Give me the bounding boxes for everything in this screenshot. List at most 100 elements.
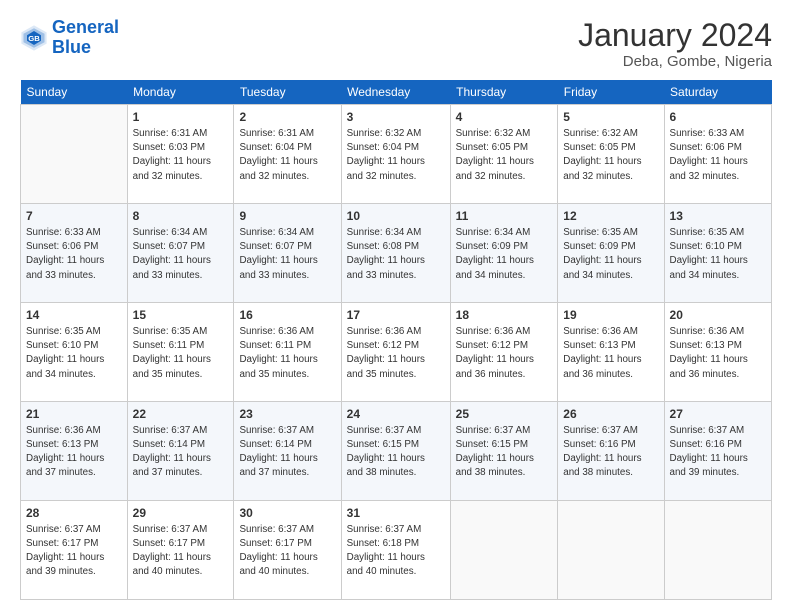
- day-number: 28: [26, 505, 122, 522]
- day-info: Sunrise: 6:36 AMSunset: 6:12 PMDaylight:…: [347, 325, 445, 382]
- day-info: Sunrise: 6:36 AMSunset: 6:12 PMDaylight:…: [456, 325, 553, 382]
- calendar-cell: 7Sunrise: 6:33 AMSunset: 6:06 PMDaylight…: [21, 204, 128, 303]
- calendar-cell: 15Sunrise: 6:35 AMSunset: 6:11 PMDayligh…: [127, 303, 234, 402]
- day-number: 11: [456, 208, 553, 225]
- day-number: 5: [563, 109, 658, 126]
- day-info: Sunrise: 6:35 AMSunset: 6:09 PMDaylight:…: [563, 226, 658, 283]
- calendar-cell: 6Sunrise: 6:33 AMSunset: 6:06 PMDaylight…: [664, 105, 771, 204]
- calendar-cell: 12Sunrise: 6:35 AMSunset: 6:09 PMDayligh…: [558, 204, 664, 303]
- day-number: 8: [133, 208, 229, 225]
- calendar-table: Sunday Monday Tuesday Wednesday Thursday…: [20, 80, 772, 600]
- header-monday: Monday: [127, 80, 234, 105]
- calendar-cell: 21Sunrise: 6:36 AMSunset: 6:13 PMDayligh…: [21, 402, 128, 501]
- day-number: 21: [26, 406, 122, 423]
- calendar-cell: [664, 501, 771, 600]
- day-info: Sunrise: 6:35 AMSunset: 6:11 PMDaylight:…: [133, 325, 229, 382]
- day-number: 31: [347, 505, 445, 522]
- day-info: Sunrise: 6:37 AMSunset: 6:16 PMDaylight:…: [563, 424, 658, 481]
- header-saturday: Saturday: [664, 80, 771, 105]
- day-info: Sunrise: 6:37 AMSunset: 6:15 PMDaylight:…: [456, 424, 553, 481]
- week-row-5: 28 Sunrise: 6:37 AMSunset: 6:17 PMDayligh…: [21, 501, 772, 600]
- week-row-4: 21Sunrise: 6:36 AMSunset: 6:13 PMDayligh…: [21, 402, 772, 501]
- day-info: Sunrise: 6:36 AMSunset: 6:13 PMDaylight:…: [670, 325, 766, 382]
- calendar-cell: 9Sunrise: 6:34 AMSunset: 6:07 PMDaylight…: [234, 204, 341, 303]
- day-number: 26: [563, 406, 658, 423]
- calendar-cell: 3Sunrise: 6:32 AMSunset: 6:04 PMDaylight…: [341, 105, 450, 204]
- page: GB General Blue January 2024 Deba, Gombe…: [0, 0, 792, 612]
- calendar-cell: 22Sunrise: 6:37 AMSunset: 6:14 PMDayligh…: [127, 402, 234, 501]
- calendar-cell: 30Sunrise: 6:37 AMSunset: 6:17 PMDayligh…: [234, 501, 341, 600]
- day-info: Sunrise: 6:35 AMSunset: 6:10 PMDaylight:…: [670, 226, 766, 283]
- svg-text:GB: GB: [28, 34, 40, 43]
- header-thursday: Thursday: [450, 80, 558, 105]
- subtitle: Deba, Gombe, Nigeria: [578, 53, 772, 70]
- main-title: January 2024: [578, 18, 772, 53]
- day-number: 29: [133, 505, 229, 522]
- header-tuesday: Tuesday: [234, 80, 341, 105]
- calendar-cell: 23Sunrise: 6:37 AMSunset: 6:14 PMDayligh…: [234, 402, 341, 501]
- calendar-cell: 11Sunrise: 6:34 AMSunset: 6:09 PMDayligh…: [450, 204, 558, 303]
- calendar-header-row: Sunday Monday Tuesday Wednesday Thursday…: [21, 80, 772, 105]
- day-info: Sunrise: 6:36 AMSunset: 6:11 PMDaylight:…: [239, 325, 335, 382]
- calendar-cell: 31Sunrise: 6:37 AMSunset: 6:18 PMDayligh…: [341, 501, 450, 600]
- calendar-cell: 16Sunrise: 6:36 AMSunset: 6:11 PMDayligh…: [234, 303, 341, 402]
- week-row-3: 14Sunrise: 6:35 AMSunset: 6:10 PMDayligh…: [21, 303, 772, 402]
- calendar-cell: 8Sunrise: 6:34 AMSunset: 6:07 PMDaylight…: [127, 204, 234, 303]
- day-number: 10: [347, 208, 445, 225]
- day-info: Sunrise: 6:36 AMSunset: 6:13 PMDaylight:…: [26, 424, 122, 481]
- calendar-cell: 25Sunrise: 6:37 AMSunset: 6:15 PMDayligh…: [450, 402, 558, 501]
- calendar-cell: 20Sunrise: 6:36 AMSunset: 6:13 PMDayligh…: [664, 303, 771, 402]
- calendar-cell: 14Sunrise: 6:35 AMSunset: 6:10 PMDayligh…: [21, 303, 128, 402]
- day-number: 7: [26, 208, 122, 225]
- calendar-cell: 18Sunrise: 6:36 AMSunset: 6:12 PMDayligh…: [450, 303, 558, 402]
- day-info: Sunrise: 6:34 AMSunset: 6:08 PMDaylight:…: [347, 226, 445, 283]
- day-number: 13: [670, 208, 766, 225]
- day-info: Sunrise: 6:34 AMSunset: 6:09 PMDaylight:…: [456, 226, 553, 283]
- calendar-cell: [21, 105, 128, 204]
- day-number: 4: [456, 109, 553, 126]
- day-number: 2: [239, 109, 335, 126]
- day-info: Sunrise: 6:34 AMSunset: 6:07 PMDaylight:…: [239, 226, 335, 283]
- day-number: 14: [26, 307, 122, 324]
- day-number: 25: [456, 406, 553, 423]
- calendar-cell: [450, 501, 558, 600]
- day-number: 9: [239, 208, 335, 225]
- calendar-cell: 13Sunrise: 6:35 AMSunset: 6:10 PMDayligh…: [664, 204, 771, 303]
- day-number: 1: [133, 109, 229, 126]
- calendar-cell: 5Sunrise: 6:32 AMSunset: 6:05 PMDaylight…: [558, 105, 664, 204]
- day-info: Sunrise: 6:32 AMSunset: 6:05 PMDaylight:…: [456, 127, 553, 184]
- day-info: Sunrise: 6:32 AMSunset: 6:04 PMDaylight:…: [347, 127, 445, 184]
- logo-blue: Blue: [52, 37, 91, 57]
- day-number: 17: [347, 307, 445, 324]
- day-info: Sunrise: 6:37 AMSunset: 6:17 PMDaylight:…: [239, 523, 335, 580]
- day-number: 12: [563, 208, 658, 225]
- day-info: Sunrise: 6:32 AMSunset: 6:05 PMDaylight:…: [563, 127, 658, 184]
- header-sunday: Sunday: [21, 80, 128, 105]
- calendar-cell: 26Sunrise: 6:37 AMSunset: 6:16 PMDayligh…: [558, 402, 664, 501]
- day-number: 16: [239, 307, 335, 324]
- calendar-cell: 2Sunrise: 6:31 AMSunset: 6:04 PMDaylight…: [234, 105, 341, 204]
- day-info: Sunrise: 6:33 AMSunset: 6:06 PMDaylight:…: [670, 127, 766, 184]
- day-number: 6: [670, 109, 766, 126]
- week-row-1: 1Sunrise: 6:31 AMSunset: 6:03 PMDaylight…: [21, 105, 772, 204]
- day-info: Sunrise: 6:37 AMSunset: 6:17 PMDaylight:…: [133, 523, 229, 580]
- day-info: Sunrise: 6:37 AMSunset: 6:14 PMDaylight:…: [133, 424, 229, 481]
- calendar-cell: [558, 501, 664, 600]
- logo-text: General Blue: [52, 18, 119, 58]
- logo: GB General Blue: [20, 18, 119, 58]
- day-number: 15: [133, 307, 229, 324]
- header-friday: Friday: [558, 80, 664, 105]
- day-number: 30: [239, 505, 335, 522]
- calendar-cell: 24Sunrise: 6:37 AMSunset: 6:15 PMDayligh…: [341, 402, 450, 501]
- day-number: 22: [133, 406, 229, 423]
- day-number: 19: [563, 307, 658, 324]
- day-info: Sunrise: 6:33 AMSunset: 6:06 PMDaylight:…: [26, 226, 122, 283]
- day-number: 24: [347, 406, 445, 423]
- day-info: Sunrise: 6:31 AMSunset: 6:04 PMDaylight:…: [239, 127, 335, 184]
- day-info: Sunrise: 6:37 AMSunset: 6:15 PMDaylight:…: [347, 424, 445, 481]
- logo-icon: GB: [20, 24, 48, 52]
- logo-general: General: [52, 17, 119, 37]
- calendar-cell: 1Sunrise: 6:31 AMSunset: 6:03 PMDaylight…: [127, 105, 234, 204]
- day-number: 23: [239, 406, 335, 423]
- calendar-cell: 10Sunrise: 6:34 AMSunset: 6:08 PMDayligh…: [341, 204, 450, 303]
